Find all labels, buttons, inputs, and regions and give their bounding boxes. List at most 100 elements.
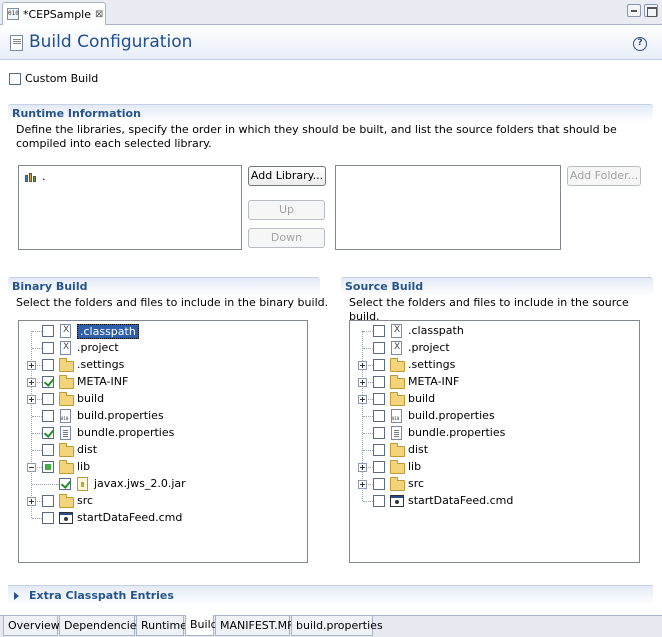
jar-file-icon bbox=[77, 477, 88, 491]
tree-row[interactable]: lib bbox=[19, 459, 299, 476]
tree-row[interactable]: build bbox=[350, 391, 630, 408]
tree-row[interactable]: build.properties bbox=[19, 408, 299, 425]
library-list-item[interactable]: . bbox=[42, 170, 46, 183]
tree-checkbox[interactable] bbox=[373, 444, 385, 456]
tree-checkbox[interactable] bbox=[373, 495, 385, 507]
tree-checkbox[interactable] bbox=[42, 427, 54, 439]
tree-row[interactable]: .project bbox=[19, 340, 299, 357]
tree-checkbox[interactable] bbox=[373, 376, 385, 388]
tree-checkbox[interactable] bbox=[42, 342, 54, 354]
tree-row[interactable]: META-INF bbox=[19, 374, 299, 391]
tab-build[interactable]: Build bbox=[185, 615, 218, 636]
tree-checkbox[interactable] bbox=[373, 325, 385, 337]
maximize-button[interactable] bbox=[644, 4, 658, 17]
expand-icon[interactable] bbox=[358, 463, 367, 472]
tree-row[interactable]: bundle.properties bbox=[19, 425, 299, 442]
collapse-icon[interactable] bbox=[27, 463, 36, 472]
expand-icon[interactable] bbox=[27, 378, 36, 387]
binary-build-tree[interactable]: .classpath .project .settings META-INF build… bbox=[18, 320, 308, 563]
expand-icon[interactable] bbox=[358, 378, 367, 387]
tree-row[interactable]: dist bbox=[350, 442, 630, 459]
tab-manifest-mf[interactable]: MANIFEST.MF bbox=[215, 616, 293, 636]
tree-checkbox[interactable] bbox=[42, 325, 54, 337]
text-file-icon bbox=[391, 426, 402, 440]
extra-classpath-section-header[interactable]: Extra Classpath Entries bbox=[8, 585, 653, 605]
tree-row[interactable]: .classpath bbox=[19, 323, 299, 340]
tree-checkbox[interactable] bbox=[373, 478, 385, 490]
tab-build-properties[interactable]: build.properties bbox=[291, 616, 383, 636]
tree-row[interactable]: .settings bbox=[350, 357, 630, 374]
tree-row[interactable]: startDataFeed.cmd bbox=[19, 510, 299, 527]
tree-item-label: build.properties bbox=[408, 409, 495, 422]
tree-checkbox[interactable] bbox=[42, 393, 54, 405]
tree-checkbox[interactable] bbox=[373, 410, 385, 422]
expand-icon[interactable] bbox=[27, 497, 36, 506]
close-tab-icon[interactable]: ⊠ bbox=[95, 9, 103, 20]
add-library-button[interactable]: Add Library... bbox=[248, 166, 326, 186]
library-list[interactable]: . bbox=[18, 165, 242, 250]
page-title: Build Configuration bbox=[29, 32, 193, 52]
down-button[interactable]: Down bbox=[248, 228, 325, 248]
tree-checkbox[interactable] bbox=[42, 495, 54, 507]
collapsed-twisty-icon[interactable] bbox=[14, 592, 19, 600]
tab-runtime[interactable]: Runtime bbox=[136, 616, 187, 636]
properties-file-icon bbox=[60, 409, 71, 423]
folder-icon bbox=[59, 375, 74, 389]
minimize-button[interactable] bbox=[627, 4, 641, 17]
tree-checkbox[interactable] bbox=[42, 444, 54, 456]
tree-item-label: .project bbox=[408, 341, 450, 354]
tree-checkbox[interactable] bbox=[42, 512, 54, 524]
tree-item-label: src bbox=[408, 477, 425, 490]
tab-overview[interactable]: Overview bbox=[3, 616, 60, 636]
help-icon[interactable]: ? bbox=[633, 37, 647, 51]
tree-row[interactable]: lib bbox=[350, 459, 630, 476]
tree-row[interactable]: dist bbox=[19, 442, 299, 459]
tree-item-label: META-INF bbox=[77, 375, 129, 388]
build-config-icon bbox=[10, 35, 23, 51]
folder-icon bbox=[390, 460, 405, 474]
source-build-tree[interactable]: .classpath .project .settings META-INF build… bbox=[349, 320, 640, 563]
tree-row[interactable]: .project bbox=[350, 340, 630, 357]
tree-checkbox[interactable] bbox=[373, 342, 385, 354]
form-header: Build Configuration ? bbox=[0, 26, 662, 60]
tree-row[interactable]: META-INF bbox=[350, 374, 630, 391]
tree-item-label: dist bbox=[408, 443, 429, 456]
folder-icon bbox=[390, 375, 405, 389]
expand-icon[interactable] bbox=[358, 480, 367, 489]
expand-icon[interactable] bbox=[27, 361, 36, 370]
tree-checkbox[interactable] bbox=[59, 478, 71, 490]
tree-row[interactable]: .settings bbox=[19, 357, 299, 374]
tree-checkbox[interactable] bbox=[42, 359, 54, 371]
tree-row[interactable]: src bbox=[350, 476, 630, 493]
tree-checkbox[interactable] bbox=[373, 393, 385, 405]
tab-dependencies[interactable]: Dependencies bbox=[59, 616, 142, 636]
custom-build-checkbox[interactable] bbox=[9, 73, 21, 85]
binary-build-description: Select the folders and files to include … bbox=[16, 296, 329, 309]
tree-row[interactable]: javax.jws_2.0.jar bbox=[19, 476, 299, 493]
tree-branch bbox=[32, 518, 42, 519]
binary-build-title: Binary Build bbox=[12, 280, 88, 293]
tree-checkbox[interactable] bbox=[42, 376, 54, 388]
tree-row[interactable]: .classpath bbox=[350, 323, 630, 340]
tree-row[interactable]: src bbox=[19, 493, 299, 510]
tree-row[interactable]: bundle.properties bbox=[350, 425, 630, 442]
expand-icon[interactable] bbox=[358, 361, 367, 370]
editor-tab-cepsample[interactable]: 010 *CEPSample ⊠ bbox=[2, 2, 106, 25]
expand-icon[interactable] bbox=[27, 395, 36, 404]
tree-row[interactable]: build.properties bbox=[350, 408, 630, 425]
add-folder-button[interactable]: Add Folder... bbox=[567, 166, 641, 186]
tree-row[interactable]: build bbox=[19, 391, 299, 408]
tree-checkbox[interactable] bbox=[373, 461, 385, 473]
extra-classpath-title: Extra Classpath Entries bbox=[29, 589, 174, 602]
expand-icon[interactable] bbox=[358, 395, 367, 404]
tree-row[interactable]: startDataFeed.cmd bbox=[350, 493, 630, 510]
tree-branch bbox=[32, 416, 42, 417]
tree-checkbox[interactable] bbox=[42, 461, 54, 473]
tree-checkbox[interactable] bbox=[42, 410, 54, 422]
tree-checkbox[interactable] bbox=[373, 359, 385, 371]
tree-item-label: .classpath bbox=[77, 324, 139, 339]
tree-checkbox[interactable] bbox=[373, 427, 385, 439]
source-folder-list[interactable] bbox=[335, 165, 561, 250]
tree-item-label: bundle.properties bbox=[408, 426, 506, 439]
up-button[interactable]: Up bbox=[248, 200, 325, 220]
